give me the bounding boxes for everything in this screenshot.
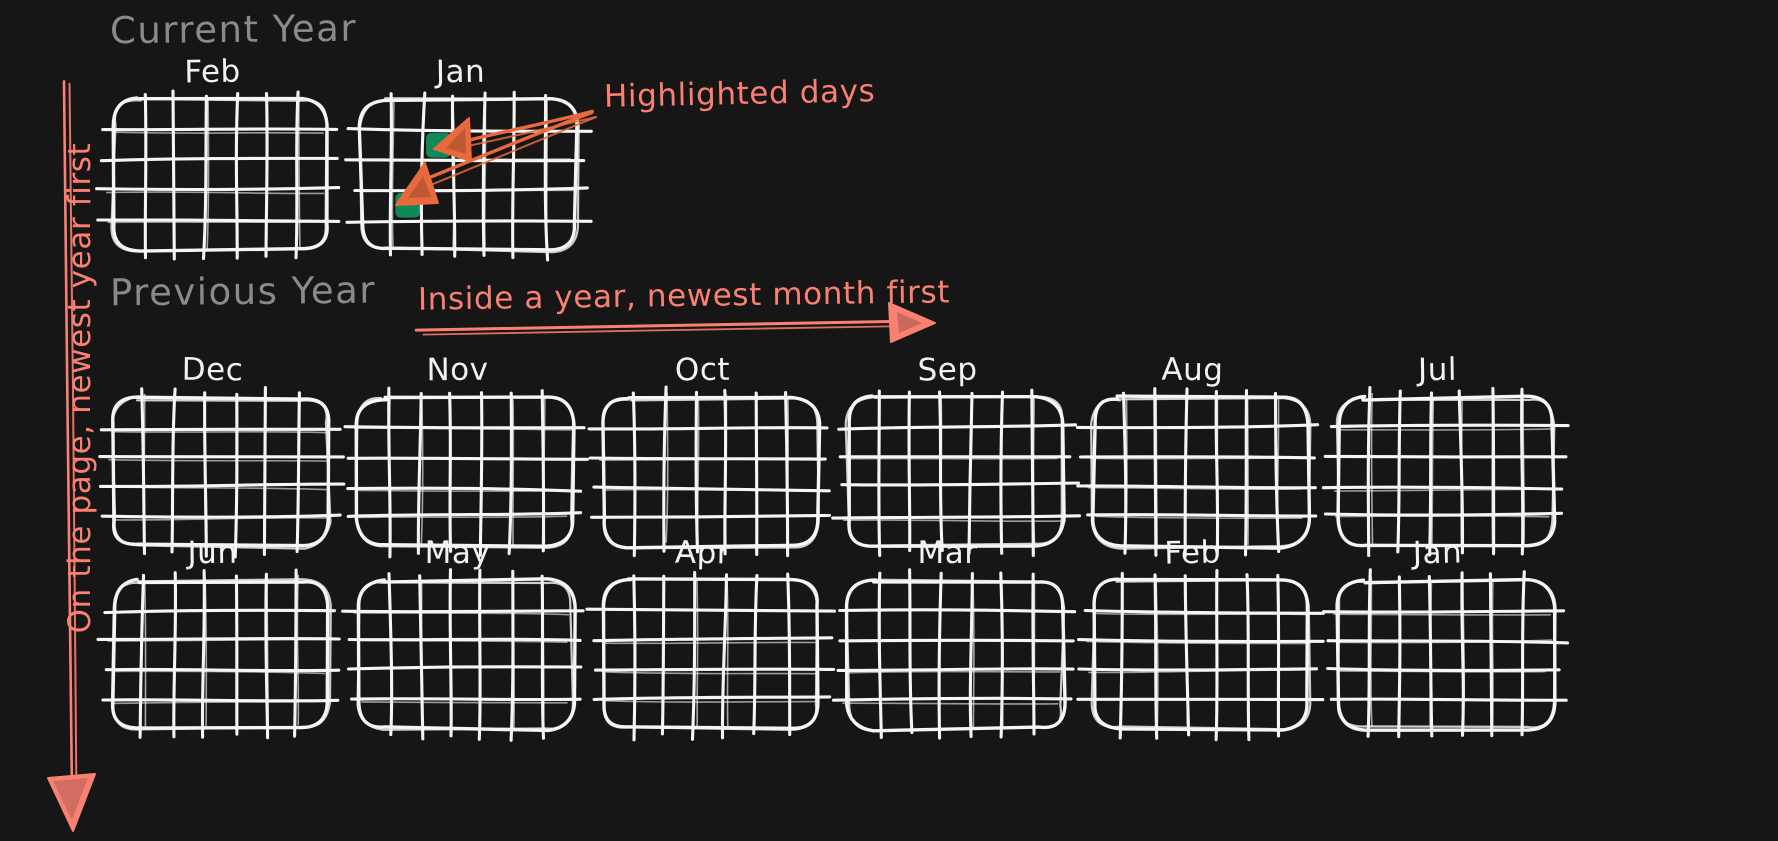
month-card-prev-r2-jan[interactable] xyxy=(1322,568,1570,739)
month-card-prev-r2-mar[interactable] xyxy=(831,568,1077,740)
annotation-highlighted-days: Highlighted days xyxy=(603,73,876,115)
annotation-on-the-page-wrapper: On the page, newest year first xyxy=(62,68,98,708)
month-label-prev-r2-may: May xyxy=(424,534,491,572)
month-card-prev-r2-feb[interactable] xyxy=(1076,569,1325,742)
month-label-prev-r2-jun: Jun xyxy=(187,534,238,572)
month-label-prev-r1-sep: Sep xyxy=(917,351,978,389)
month-card-prev-r1-oct[interactable] xyxy=(587,385,832,558)
month-label-prev-r1-dec: Dec xyxy=(181,351,244,389)
section-heading-current-year: Current Year xyxy=(109,6,358,53)
month-label-prev-r2-apr: Apr xyxy=(674,534,731,572)
month-card-prev-r2-apr[interactable] xyxy=(585,570,837,742)
month-card-cur-feb[interactable] xyxy=(95,89,341,261)
month-label-prev-r1-oct: Oct xyxy=(674,351,731,389)
month-card-prev-r1-nov[interactable] xyxy=(343,386,590,559)
month-label-prev-r2-jan: Jan xyxy=(1412,534,1463,572)
month-label-prev-r2-feb: Feb xyxy=(1163,534,1222,572)
month-card-prev-r1-dec[interactable] xyxy=(98,385,346,559)
annotation-on-the-page: On the page, newest year first xyxy=(62,142,98,634)
annotation-inside-a-year: Inside a year, newest month first xyxy=(417,274,951,318)
month-label-prev-r2-mar: Mar xyxy=(917,534,978,572)
month-card-cur-jan[interactable] xyxy=(344,90,593,262)
month-card-prev-r1-jul[interactable] xyxy=(1321,386,1570,558)
month-card-prev-r2-jun[interactable] xyxy=(96,568,341,740)
month-label-cur-jan: Jan xyxy=(435,53,486,91)
month-card-prev-r1-aug[interactable] xyxy=(1075,387,1320,558)
month-label-prev-r1-aug: Aug xyxy=(1161,351,1224,389)
month-card-prev-r1-sep[interactable] xyxy=(831,388,1082,558)
month-label-prev-r1-nov: Nov xyxy=(426,351,489,389)
section-heading-previous-year: Previous Year xyxy=(109,268,377,315)
month-card-prev-r2-may[interactable] xyxy=(341,568,585,742)
month-label-prev-r1-jul: Jul xyxy=(1417,351,1458,389)
sketch-canvas: Current Year Previous Year Highlighted d… xyxy=(0,0,1778,841)
month-label-cur-feb: Feb xyxy=(184,53,241,91)
